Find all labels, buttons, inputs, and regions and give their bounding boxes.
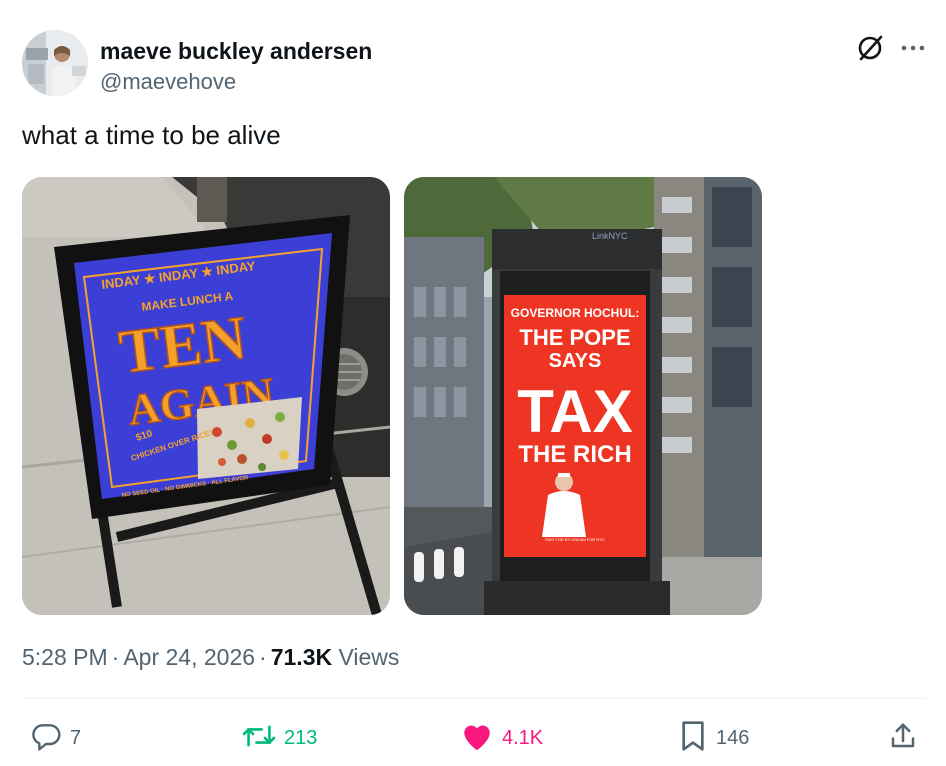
divider (22, 698, 926, 699)
tweet-text: what a time to be alive (22, 120, 281, 150)
share-icon (888, 720, 918, 757)
screen-line-2: THE POPE (519, 325, 630, 350)
meta-separator: · (111, 644, 120, 670)
kiosk-brand: LinkNYC (592, 231, 628, 241)
heart-icon (460, 720, 494, 757)
tweet-time[interactable]: 5:28 PM (22, 644, 108, 670)
tweet-date[interactable]: Apr 24, 2026 (123, 644, 255, 670)
screen-line-5: THE RICH (518, 441, 631, 468)
media-image-linknyc-kiosk[interactable]: LinkNYC GOVERNOR HOCHUL: THE POPE SAYS T… (404, 177, 762, 615)
views-label[interactable]: Views (338, 644, 399, 670)
action-bar: 7 213 4.1K 146 (22, 718, 926, 758)
bookmark-button[interactable]: 146 (678, 718, 749, 758)
more-icon[interactable] (897, 32, 929, 64)
retweet-count: 213 (284, 726, 318, 749)
author-handle[interactable]: @maevehove (100, 69, 236, 95)
share-button[interactable] (888, 718, 918, 758)
reply-count: 7 (70, 726, 82, 749)
like-button[interactable]: 4.1K (460, 718, 543, 758)
retweet-button[interactable]: 213 (242, 718, 317, 758)
screen-line-4: TAX (517, 378, 633, 445)
views-count[interactable]: 71.3K (271, 644, 332, 670)
screen-footer: PAID FOR BY DREAM FOR NYC (545, 537, 605, 542)
screen-line-1: GOVERNOR HOCHUL: (511, 306, 640, 320)
bookmark-icon (678, 720, 708, 757)
avatar[interactable] (22, 30, 88, 96)
reply-button[interactable]: 7 (30, 718, 81, 758)
retweet-icon (242, 720, 276, 757)
screen-line-3: SAYS (549, 350, 602, 372)
reply-icon (30, 720, 62, 757)
tweet-meta: 5:28 PM · Apr 24, 2026 · 71.3K Views (22, 644, 399, 671)
bookmark-count: 146 (716, 726, 750, 749)
tweet-header: maeve buckley andersen @maevehove (22, 30, 926, 100)
media-image-sidewalk-sign[interactable]: INDAY ★ INDAY ★ INDAY MAKE LUNCH A TEN A… (22, 177, 390, 615)
grok-icon[interactable] (855, 32, 887, 64)
author-display-name[interactable]: maeve buckley andersen (100, 38, 372, 65)
like-count: 4.1K (502, 726, 544, 749)
meta-separator: · (259, 644, 267, 670)
